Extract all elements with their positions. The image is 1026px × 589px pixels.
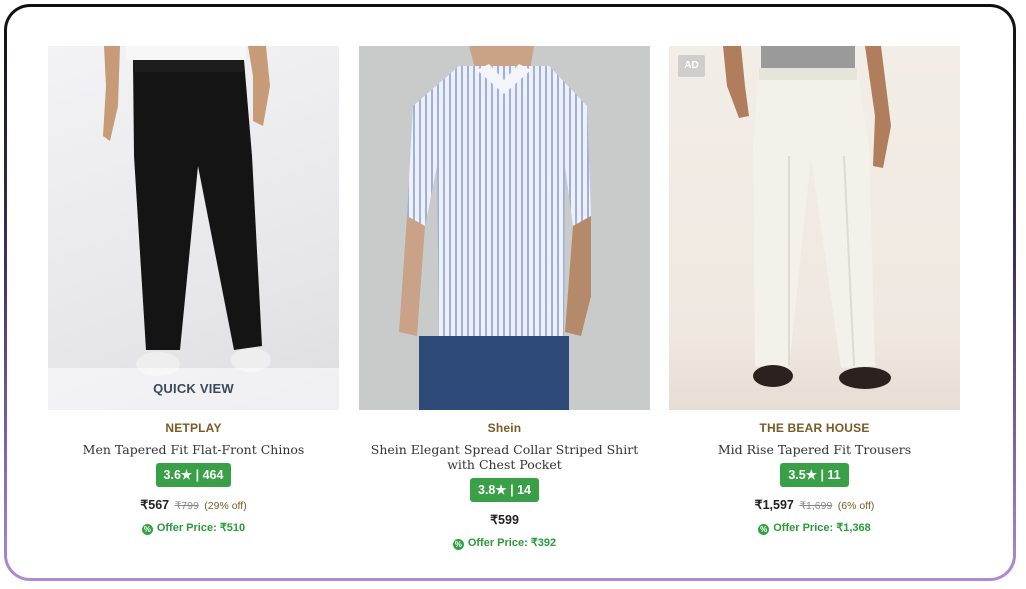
offer-icon: % xyxy=(141,524,153,535)
rating-separator: | xyxy=(510,483,514,497)
review-count: 14 xyxy=(517,483,531,497)
rating-badge: 3.8★ | 14 xyxy=(470,478,539,502)
product-name[interactable]: Men Tapered Fit Flat-Front Chinos xyxy=(54,442,334,457)
offer-price: ₹510 xyxy=(219,522,246,534)
offer-price: ₹1,368 xyxy=(836,522,871,534)
rating-separator: | xyxy=(820,468,824,482)
product-card[interactable]: Shein Shein Elegant Spread Collar Stripe… xyxy=(359,46,650,550)
product-image[interactable]: QUICK VIEW xyxy=(48,46,339,410)
product-photo-trousers xyxy=(723,46,891,389)
rating-value: 3.5 xyxy=(788,468,806,482)
rating-value: 3.8 xyxy=(478,483,496,497)
discount-percent: (6% off) xyxy=(837,500,875,512)
rating-badge: 3.5★ | 11 xyxy=(780,463,849,487)
product-image[interactable]: AD xyxy=(669,46,960,410)
ad-badge: AD xyxy=(678,55,705,77)
product-name[interactable]: Shein Elegant Spread Collar Striped Shir… xyxy=(365,442,645,472)
product-brand: NETPLAY xyxy=(165,421,222,435)
current-price: ₹567 xyxy=(140,498,170,512)
product-name[interactable]: Mid Rise Tapered Fit Trousers xyxy=(675,442,955,457)
offer-price-row: % Offer Price: ₹392 xyxy=(359,536,650,550)
product-image[interactable] xyxy=(359,46,650,410)
original-price: ₹799 xyxy=(174,500,199,512)
product-photo-chinos xyxy=(103,46,271,376)
rating-separator: | xyxy=(195,468,200,482)
offer-icon: % xyxy=(452,539,464,550)
product-card[interactable]: QUICK VIEW NETPLAY Men Tapered Fit Flat-… xyxy=(48,46,339,535)
quick-view-button[interactable]: QUICK VIEW xyxy=(48,368,339,410)
star-icon: ★ xyxy=(805,468,817,482)
product-brand: THE BEAR HOUSE xyxy=(759,421,870,435)
star-icon: ★ xyxy=(180,468,193,482)
discount-percent: (29% off) xyxy=(204,500,247,512)
rating-badge: 3.6★ | 464 xyxy=(155,463,232,487)
offer-price: ₹392 xyxy=(530,537,557,549)
star-icon: ★ xyxy=(495,483,507,497)
price-row: ₹567 ₹799 (29% off) xyxy=(48,497,339,512)
offer-price-row: % Offer Price: ₹1,368 xyxy=(669,521,960,535)
review-count: 464 xyxy=(202,468,224,482)
product-photo-striped-shirt xyxy=(399,46,591,410)
review-count: 11 xyxy=(827,468,841,482)
product-card[interactable]: AD THE BEAR HOUSE Mid Rise Tapered Fit T… xyxy=(669,46,960,535)
rating-value: 3.6 xyxy=(163,468,181,482)
original-price: ₹1,699 xyxy=(799,500,833,512)
current-price: ₹599 xyxy=(490,513,519,527)
offer-label: Offer Price: xyxy=(467,537,528,549)
offer-price-row: % Offer Price: ₹510 xyxy=(48,521,339,535)
price-row: ₹1,597 ₹1,699 (6% off) xyxy=(669,497,960,512)
price-row: ₹599 xyxy=(359,512,650,527)
offer-label: Offer Price: xyxy=(156,522,217,534)
offer-icon: % xyxy=(758,524,770,535)
offer-label: Offer Price: xyxy=(773,522,834,534)
product-brand: Shein xyxy=(487,421,522,435)
current-price: ₹1,597 xyxy=(754,498,794,512)
